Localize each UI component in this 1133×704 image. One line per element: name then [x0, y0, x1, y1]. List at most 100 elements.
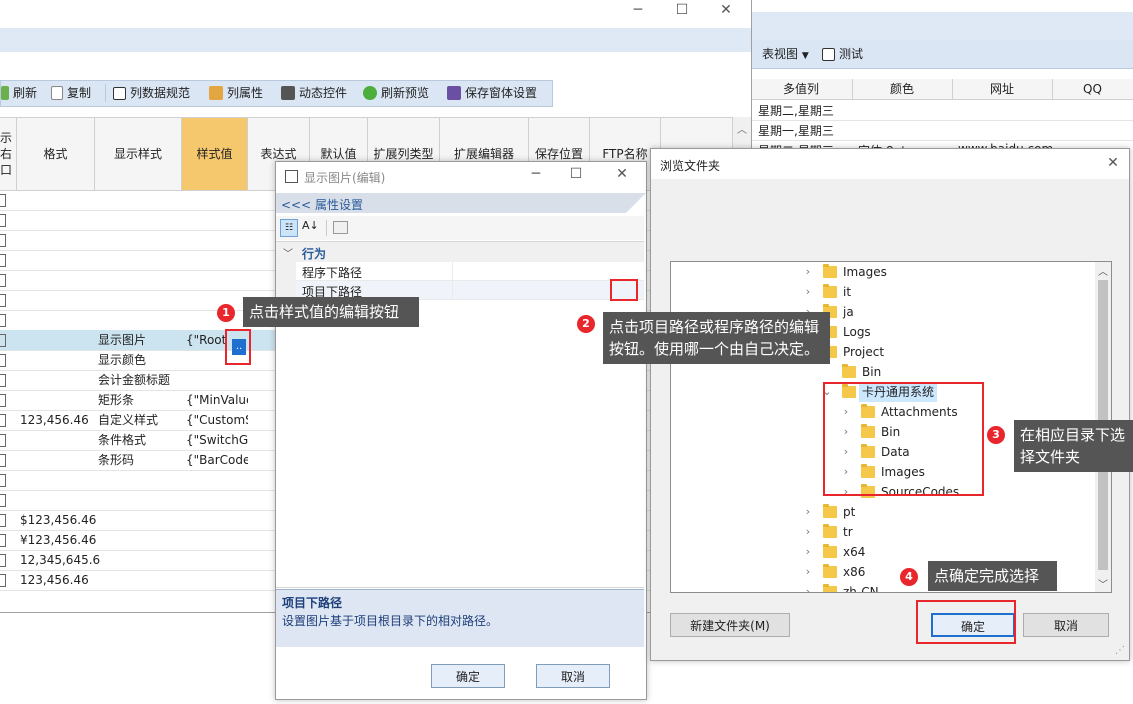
row-checkbox[interactable] [0, 274, 6, 287]
collapse-icon[interactable]: ﹀ [283, 245, 293, 260]
tree-item[interactable]: Bin [671, 362, 1095, 382]
cell-style-value: {"SwitchGr [186, 433, 248, 447]
browse-dialog-title: 浏览文件夹 [660, 159, 721, 173]
refresh-button[interactable]: 刷新 [1, 81, 37, 105]
row-checkbox[interactable] [0, 574, 6, 587]
maximize-icon[interactable]: ☐ [672, 2, 692, 18]
scroll-up-icon[interactable]: ︿ [1098, 263, 1108, 278]
row-checkbox[interactable] [0, 214, 6, 227]
save-form-button[interactable]: 保存窗体设置 [447, 81, 537, 105]
row-checkbox[interactable] [0, 514, 6, 527]
cell-format [20, 310, 100, 330]
row-checkbox[interactable] [0, 394, 6, 407]
step-badge-3: 3 [987, 426, 1005, 444]
close-icon[interactable]: ✕ [1103, 155, 1123, 171]
alphabetical-icon[interactable]: A↓ [302, 219, 319, 232]
cancel-button[interactable]: 取消 [1023, 613, 1109, 637]
minimize-icon[interactable]: ─ [628, 2, 648, 18]
close-icon[interactable]: ✕ [716, 2, 736, 18]
category-behavior: 行为 [302, 247, 327, 261]
column-spec-button[interactable]: 列数据规范 [113, 81, 190, 105]
row-checkbox[interactable] [0, 374, 6, 387]
col-display-style[interactable]: 显示样式 [95, 118, 182, 190]
row-checkbox[interactable] [0, 234, 6, 247]
cell-style-value [186, 290, 248, 310]
cell-format [20, 230, 100, 250]
edit-button[interactable]: .. [232, 339, 246, 355]
tree-item-label: Project [843, 345, 885, 359]
row-checkbox[interactable] [0, 354, 6, 367]
cell-display-style [98, 250, 178, 270]
col-color[interactable]: 颜色 [852, 79, 953, 99]
highlight-ok [916, 600, 1016, 644]
chevron-right-icon[interactable]: › [803, 262, 813, 282]
col-qq[interactable]: QQ [1052, 79, 1133, 99]
row-checkbox[interactable] [0, 494, 6, 507]
cancel-button[interactable]: 取消 [536, 664, 610, 688]
cell-format [20, 450, 100, 470]
chevron-right-icon[interactable]: › [803, 502, 813, 522]
step-badge-2: 2 [577, 315, 595, 333]
col-format[interactable]: 格式 [17, 118, 95, 190]
chevron-right-icon[interactable]: › [803, 282, 813, 302]
cell-display-style [98, 570, 178, 590]
scroll-down-icon[interactable]: ﹀ [1098, 576, 1108, 591]
image-dialog: 显示图片(编辑) ─ ☐ ✕ <<< 属性设置 ☷ A↓ ﹀ 行为 程序下路径 … [275, 161, 647, 700]
col-style-value[interactable]: 样式值 [182, 118, 248, 190]
right-toolbar: 表视图 ▼ 测试 [750, 40, 1133, 69]
tree-item[interactable]: › Images [671, 262, 1095, 282]
property-band[interactable]: <<< 属性设置 [276, 193, 626, 213]
cell-style-value [186, 570, 248, 590]
image-dialog-titlebar: 显示图片(编辑) ─ ☐ ✕ [276, 162, 646, 190]
test-button[interactable]: 测试 [822, 45, 863, 62]
col-url[interactable]: 网址 [952, 79, 1053, 99]
tree-item[interactable]: › tr [671, 522, 1095, 542]
categorized-icon[interactable]: ☷ [280, 219, 298, 237]
cell-style-value [186, 470, 248, 490]
col-multi[interactable]: 多值列 [750, 79, 853, 99]
close-icon[interactable]: ✕ [612, 166, 632, 182]
refresh-preview-button[interactable]: 刷新预览 [363, 81, 429, 105]
chevron-right-icon[interactable]: › [803, 562, 813, 582]
description-panel: 项目下路径 设置图片基于项目根目录下的相对路径。 [276, 589, 644, 647]
new-folder-button[interactable]: 新建文件夹(M) [670, 613, 790, 637]
table-view-button[interactable]: 表视图 ▼ [762, 45, 809, 62]
row-checkbox[interactable] [0, 334, 6, 347]
cell-format [20, 210, 100, 230]
column-props-button[interactable]: 列属性 [209, 81, 263, 105]
resize-grip-icon[interactable]: ⋰ [1115, 645, 1125, 656]
row-checkbox[interactable] [0, 254, 6, 267]
cell-format [20, 370, 100, 390]
minimize-icon[interactable]: ─ [526, 166, 546, 182]
cell-style-value: {"MinValue [186, 393, 248, 407]
copy-button[interactable]: 复制 [51, 81, 91, 105]
scroll-up-icon[interactable]: ︿ [737, 121, 747, 136]
property-pages-icon[interactable] [333, 221, 348, 234]
chevron-right-icon[interactable]: › [803, 542, 813, 562]
maximize-icon[interactable]: ☐ [566, 166, 586, 182]
row-checkbox[interactable] [0, 554, 6, 567]
cell-style-value [186, 510, 248, 530]
row-checkbox[interactable] [0, 474, 6, 487]
row-checkbox[interactable] [0, 534, 6, 547]
row-checkbox[interactable] [0, 314, 6, 327]
tree-item[interactable]: › x64 [671, 542, 1095, 562]
tree-item-label: zh-CN [843, 585, 879, 593]
dynamic-ctrl-button[interactable]: 动态控件 [281, 81, 347, 105]
cell-style-value [186, 370, 248, 390]
tree-item-label: ja [843, 305, 854, 319]
tree-item[interactable]: › it [671, 282, 1095, 302]
row-checkbox[interactable] [0, 434, 6, 447]
chevron-right-icon[interactable]: › [803, 582, 813, 592]
row-checkbox[interactable] [0, 194, 6, 207]
chevron-right-icon[interactable]: › [803, 522, 813, 542]
cell-format [20, 250, 100, 270]
cell-display-style: 矩形条 [98, 393, 135, 407]
tree-item[interactable]: › pt [671, 502, 1095, 522]
prop-row-program-path[interactable]: 程序下路径 [296, 262, 644, 281]
ok-button[interactable]: 确定 [431, 664, 505, 688]
cell-display-style: 条件格式 [98, 433, 147, 447]
row-checkbox[interactable] [0, 454, 6, 467]
row-checkbox[interactable] [0, 414, 6, 427]
row-checkbox[interactable] [0, 294, 6, 307]
